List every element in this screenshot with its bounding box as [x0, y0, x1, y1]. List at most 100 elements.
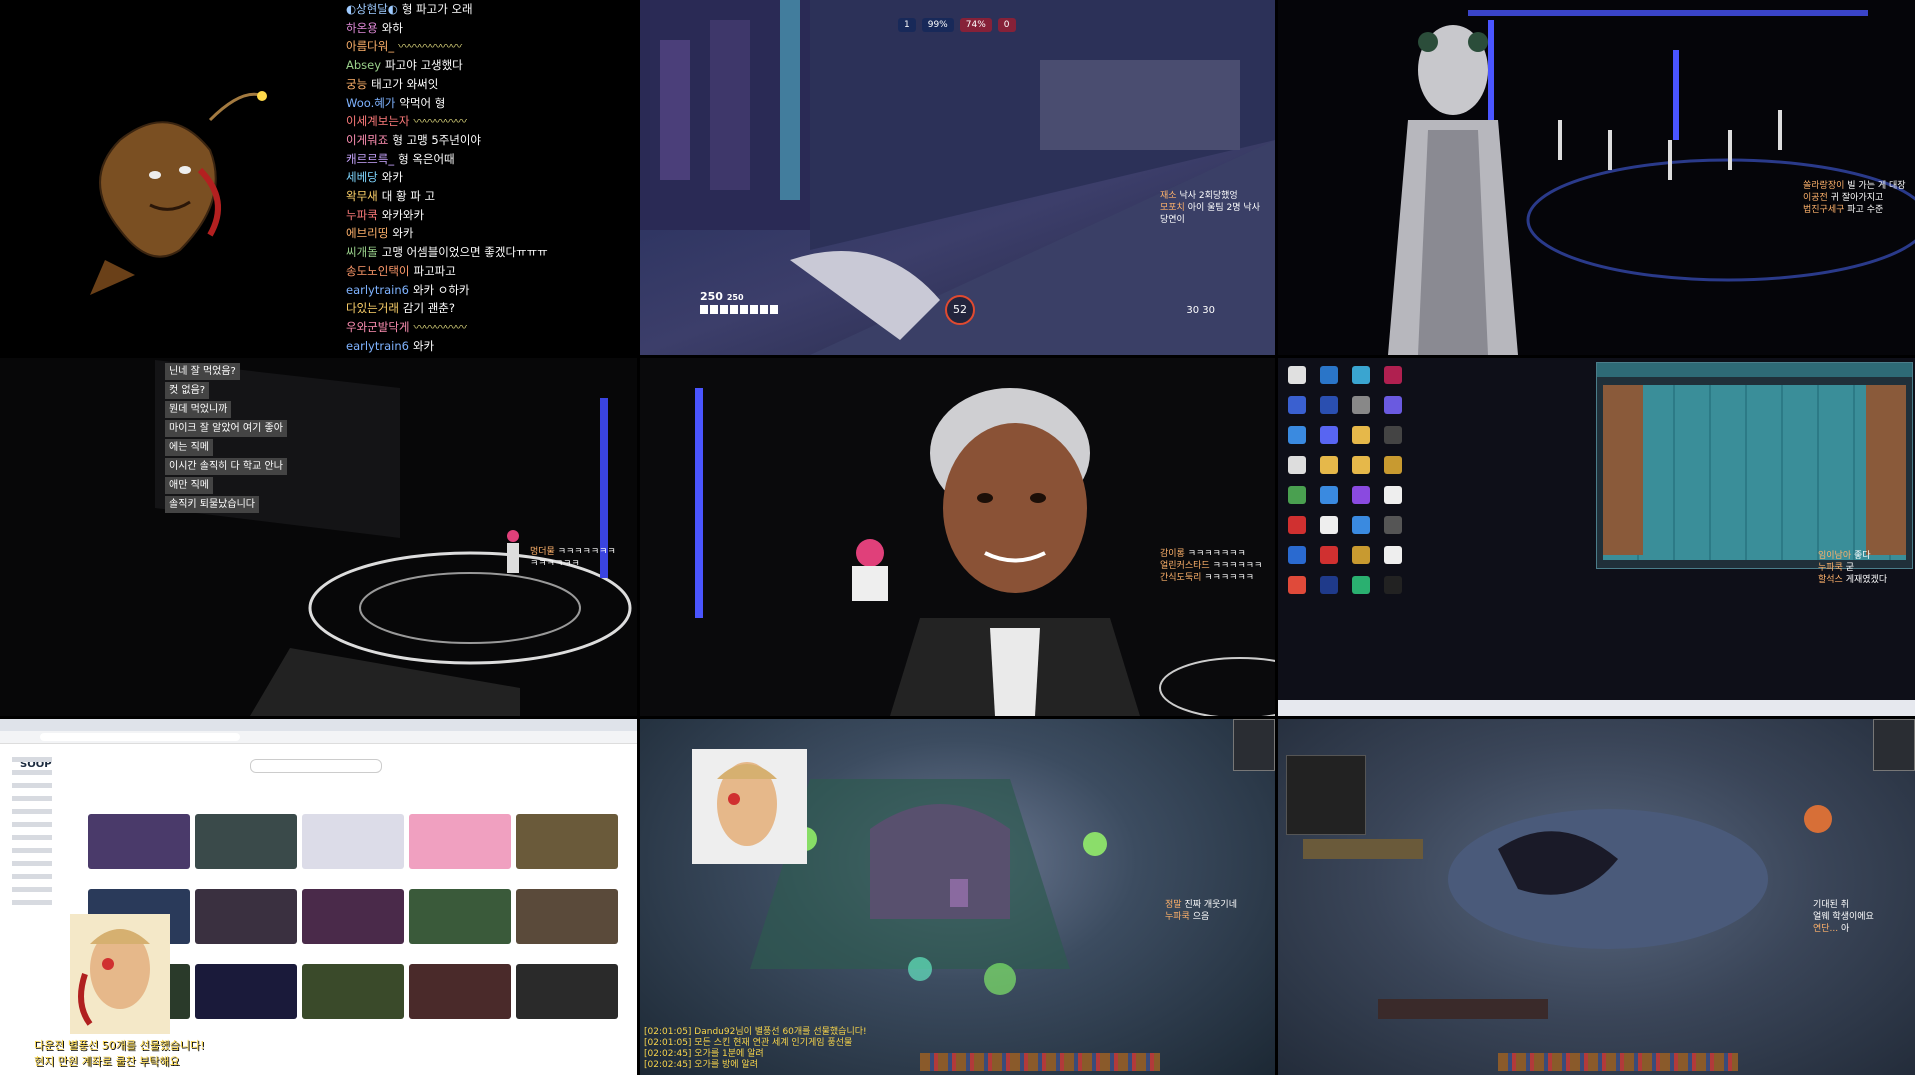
browser-address-bar[interactable]	[0, 731, 637, 744]
chat-message: 할석스 게재였겠다	[1818, 575, 1888, 585]
app-icon[interactable]	[1320, 396, 1338, 414]
target-frame[interactable]	[1286, 755, 1366, 835]
app-icon[interactable]	[1352, 366, 1370, 384]
app-icon[interactable]	[1384, 456, 1402, 474]
app-icon[interactable]	[1320, 486, 1338, 504]
minimap[interactable]	[1873, 719, 1915, 771]
app-icon[interactable]	[1384, 546, 1402, 564]
unit-frame[interactable]	[1303, 839, 1423, 859]
app-icon[interactable]	[1384, 516, 1402, 534]
face-avatar-image	[695, 388, 1275, 716]
robot-avatar-image	[1388, 10, 1915, 355]
stream-thumbnail[interactable]	[409, 889, 511, 944]
emote-icon: 〰〰〰〰〰	[413, 319, 466, 334]
app-icon[interactable]	[1320, 516, 1338, 534]
stream-thumbnail[interactable]	[195, 889, 297, 944]
chat-message: 누파쿡 으음	[1165, 912, 1210, 922]
chat-message: 하온용 와하	[346, 20, 403, 35]
app-icon[interactable]	[1384, 486, 1402, 504]
app-icon[interactable]	[1320, 576, 1338, 594]
wall-message: 솔직키 퇴물났습니다	[165, 496, 259, 513]
chrome-icon[interactable]	[1288, 576, 1306, 594]
system-message-log: [02:01:05] Dandu92님이 별풍선 60개를 선물했습니다! [0…	[644, 1027, 867, 1070]
chat-message: 임이남아 좋다	[1818, 551, 1871, 561]
app-icon[interactable]	[1384, 366, 1402, 384]
app-icon[interactable]	[1288, 486, 1306, 504]
chat-message: 이게뭐죠 형 고맹 5주년이야	[346, 132, 482, 147]
url-field[interactable]	[40, 733, 240, 741]
streamer-portrait	[692, 749, 807, 864]
stream-thumbnail[interactable]	[516, 964, 618, 1019]
wall-message: 에는 직메	[165, 439, 213, 456]
chat-message: 에브리띵 와카	[346, 226, 414, 241]
stream-thumbnail[interactable]	[409, 814, 511, 869]
chat-message: 이공전 귀 잘아가지고	[1803, 193, 1884, 203]
stream-thumbnail[interactable]	[195, 814, 297, 869]
minimap[interactable]	[1233, 719, 1275, 771]
streamer-portrait-image	[717, 762, 777, 846]
discord-icon[interactable]	[1320, 426, 1338, 444]
chat-message: 세베당 와카	[346, 170, 403, 185]
stream-thumbnail[interactable]	[302, 814, 404, 869]
stream-tile-mmo-raid[interactable]: 기대된 취 얼웨 학생이에요 연단... 아	[1278, 719, 1915, 1075]
browser-tab-bar[interactable]	[0, 719, 637, 731]
spreadsheet-window[interactable]	[1596, 362, 1913, 569]
app-icon[interactable]	[1352, 516, 1370, 534]
stream-tile-fps-game[interactable]: 1 99% 74% 0 250 250 52 30 30 재소 낙사 2회당했엉…	[640, 0, 1275, 355]
chat-message: 씨개돌 고맹 어셈블이었으면 좋겠다ㅠㅠㅠ	[346, 245, 548, 260]
stream-thumbnail[interactable]	[516, 889, 618, 944]
spreadsheet-grid[interactable]	[1603, 385, 1906, 560]
app-icon[interactable]	[1288, 396, 1306, 414]
wall-message: 컷 없음?	[165, 382, 210, 399]
chat-overlay: 쏠라랑장이 빌 가는 게 대장 이공전 귀 잘아가지고 법진구세구 파고 수준	[1803, 180, 1906, 216]
action-bar[interactable]	[1498, 1053, 1738, 1071]
app-icon[interactable]	[1384, 576, 1402, 594]
chat-overlay: 기대된 취 얼웨 학생이에요 연단... 아	[1813, 899, 1874, 935]
stream-thumbnail[interactable]	[88, 814, 190, 869]
app-icon[interactable]	[1320, 546, 1338, 564]
action-bar[interactable]	[920, 1053, 1160, 1071]
app-icon[interactable]	[1352, 486, 1370, 504]
app-icon[interactable]	[1384, 396, 1402, 414]
health-display: 250 250	[700, 290, 778, 314]
windows-taskbar[interactable]	[1278, 700, 1915, 716]
stream-tile-virtual-stage[interactable]: 닌네 잘 먹었음? 컷 없음? 뭔데 먹었니까 마이크 잘 알았어 여기 좋아 …	[0, 358, 637, 716]
stream-tile-desktop[interactable]: 임이남아 좋다 누파쿡 굳 할석스 게재였겠다	[1278, 358, 1915, 716]
chat-message: ㅋㅋㅋㅋㅋㅋ	[530, 559, 580, 569]
stream-thumbnail[interactable]	[516, 814, 618, 869]
window-titlebar[interactable]	[1597, 363, 1912, 377]
stream-thumbnail[interactable]	[409, 964, 511, 1019]
file-icon[interactable]	[1288, 366, 1306, 384]
app-icon[interactable]	[1288, 456, 1306, 474]
stream-thumbnail[interactable]	[302, 964, 404, 1019]
app-icon[interactable]	[1352, 576, 1370, 594]
stream-thumbnail[interactable]	[195, 964, 297, 1019]
chat-overlay: 재소 낙사 2회당했엉 모포치 아이 울팀 2명 낙사 당연이	[1160, 190, 1260, 226]
search-input[interactable]	[250, 759, 382, 773]
app-icon[interactable]	[1288, 516, 1306, 534]
app-icon[interactable]	[1352, 396, 1370, 414]
stream-tile-face-avatar[interactable]: 감이롱 ㅋㅋㅋㅋㅋㅋㅋ 얼린커스타드 ㅋㅋㅋㅋㅋㅋ 간식도둑리 ㅋㅋㅋㅋㅋㅋ	[640, 358, 1275, 716]
folder-icon[interactable]	[1320, 456, 1338, 474]
folder-icon[interactable]	[1352, 426, 1370, 444]
chat-message: 재소 낙사 2회당했엉	[1160, 191, 1238, 201]
site-sidebar	[0, 749, 66, 1049]
app-icon[interactable]	[1352, 546, 1370, 564]
app-icon[interactable]	[1384, 426, 1402, 444]
app-icon[interactable]	[1288, 546, 1306, 564]
stream-tile-mmo-game[interactable]: [02:01:05] Dandu92님이 별풍선 60개를 선물했습니다! [0…	[640, 719, 1275, 1075]
stage-scene-image	[155, 360, 632, 716]
health-bar	[700, 305, 778, 314]
chat-message: earlytrain6 와카 ㅇ하카	[346, 282, 470, 297]
stream-tile-robot-avatar[interactable]: 쏠라랑장이 빌 가는 게 대장 이공전 귀 잘아가지고 법진구세구 파고 수준	[1278, 0, 1915, 355]
app-icon[interactable]	[1288, 426, 1306, 444]
steam-icon[interactable]	[1320, 366, 1338, 384]
stream-tile-browser[interactable]: SOOP 다운전 별풍선 50개를 선물했습니다! 현지 만원 계좌로 쿨찬 부…	[0, 719, 637, 1075]
stream-tile-chat[interactable]: ◐상현달◐ 형 파고가 오래 하온용 와하 아름다워_ 〰〰〰〰〰〰 Absey 파고야…	[0, 0, 637, 355]
fish-avatar-image	[90, 91, 267, 295]
stream-thumbnail[interactable]	[302, 889, 404, 944]
folder-icon[interactable]	[1352, 456, 1370, 474]
chat-message: 얼웨 학생이에요	[1813, 912, 1874, 922]
chat-message: 왁무새 대 황 파 고	[346, 189, 436, 204]
wall-message-list: 닌네 잘 먹었음? 컷 없음? 뭔데 먹었니까 마이크 잘 알았어 여기 좋아 …	[165, 363, 287, 515]
